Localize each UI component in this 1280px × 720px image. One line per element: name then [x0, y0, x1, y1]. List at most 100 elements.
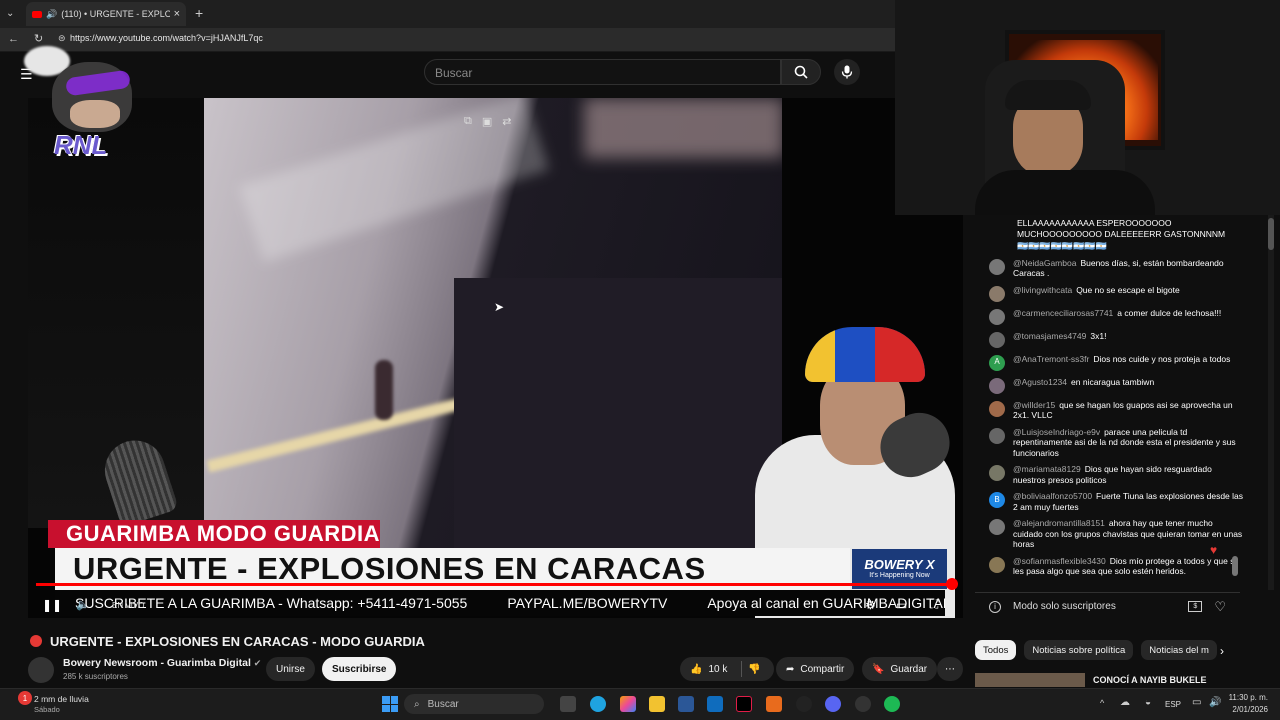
mute-tab-icon[interactable]: 🔊 — [46, 9, 57, 20]
task-view-icon[interactable] — [560, 696, 576, 712]
cloud-icon[interactable]: ☁ — [1120, 697, 1130, 708]
like-icon[interactable]: 👍 — [690, 664, 702, 675]
tiktok-icon[interactable] — [736, 696, 752, 712]
chat-avatar[interactable]: B — [989, 492, 1005, 508]
chat-avatar[interactable] — [989, 427, 1005, 444]
chat-list-thumb[interactable] — [1232, 556, 1238, 576]
settings-gear-icon[interactable]: ⚙ — [865, 598, 876, 612]
chat-message: @LuisjoseIndriago-e9v parace una pelicula… — [975, 424, 1250, 462]
join-button[interactable]: Unirse — [266, 657, 315, 681]
chat-avatar[interactable] — [989, 308, 1005, 325]
subscribe-button[interactable]: Suscribirse — [322, 657, 397, 681]
save-button[interactable]: 🔖 Guardar — [862, 657, 938, 681]
chat-avatar[interactable] — [989, 519, 1005, 535]
new-tab-button[interactable]: + — [195, 5, 203, 21]
chat-username[interactable]: @willder15 — [1013, 400, 1055, 410]
chat-avatar[interactable] — [989, 556, 1005, 573]
discord-icon[interactable] — [825, 696, 841, 712]
chat-username[interactable]: @carmenceciliarosas7741 — [1013, 308, 1113, 318]
chat-username[interactable]: @alejandromantilla8151 — [1013, 518, 1105, 528]
copilot-icon[interactable] — [620, 696, 636, 712]
chat-username[interactable]: @AnaTremont-ss3fr — [1013, 354, 1089, 364]
translate-icon[interactable]: ⇄ — [502, 115, 511, 131]
speaker-icon[interactable]: 🔊 — [1209, 697, 1221, 708]
logo-text: RNL — [54, 130, 108, 160]
fullscreen-icon[interactable]: ⛶ — [930, 597, 938, 612]
voice-search-button[interactable] — [834, 59, 860, 85]
chat-footer: i Modo solo suscriptores $ ♡ — [975, 592, 1240, 620]
chat-avatar[interactable] — [989, 258, 1005, 275]
chat-scroll-thumb[interactable] — [1268, 218, 1274, 250]
chat-username[interactable]: @tomasjames4749 — [1013, 331, 1086, 341]
chat-username[interactable]: @mariamata8129 — [1013, 464, 1081, 474]
chat-avatar[interactable] — [989, 331, 1005, 348]
subscribe-label: Suscribirse — [332, 663, 387, 675]
chat-avatar[interactable] — [989, 465, 1005, 481]
info-icon[interactable]: i — [989, 600, 1001, 613]
clock-time[interactable]: 11:30 p. m. — [1226, 693, 1268, 702]
miniplayer-icon[interactable]: ▣ — [482, 115, 492, 131]
volume-icon[interactable]: 🔈 — [76, 598, 90, 611]
related-title[interactable]: CONOCÍ A NAYIB BUKELE — [1093, 675, 1207, 685]
tray-chevron-icon[interactable]: ^ — [1100, 698, 1104, 708]
progress-scrubber[interactable] — [946, 578, 958, 590]
spotify-icon[interactable] — [884, 696, 900, 712]
chat-avatar[interactable] — [989, 400, 1005, 417]
tab-list-chevron-icon[interactable]: ⌄ — [6, 8, 14, 19]
store-icon[interactable] — [678, 696, 694, 712]
share-button[interactable]: ➦ Compartir — [776, 657, 855, 681]
back-icon[interactable]: ← — [8, 33, 19, 45]
chat-username[interactable]: @sofianmasflexible3430 — [1013, 556, 1106, 566]
monitor-icon[interactable]: ▭ — [1192, 697, 1201, 708]
live-label[interactable]: EN VIVO — [112, 601, 144, 610]
related-thumbnail[interactable] — [975, 673, 1085, 687]
weather-text[interactable]: 2 mm de lluvia — [34, 694, 89, 704]
chip[interactable]: Noticias del m — [1141, 640, 1217, 660]
outlook-icon[interactable] — [707, 696, 723, 712]
donate-icon[interactable]: $ — [1188, 601, 1203, 612]
search-button[interactable] — [781, 59, 821, 85]
like-count[interactable]: 10 k — [708, 664, 727, 675]
more-actions-button[interactable]: ⋯ — [937, 657, 963, 681]
chat-username[interactable]: @livingwithcata — [1013, 285, 1072, 295]
edge-icon[interactable] — [590, 696, 606, 712]
github-icon[interactable] — [796, 696, 812, 712]
chat-avatar[interactable] — [989, 285, 1005, 302]
pause-button[interactable]: ❚❚ — [42, 598, 62, 612]
chat-text: en nicaragua tambiwn — [1071, 376, 1155, 387]
chat-username[interactable]: @NeidaGamboa — [1013, 258, 1076, 268]
chips-next-icon[interactable]: › — [1220, 644, 1224, 658]
channel-name-text[interactable]: Bowery Newsroom - Guarimba Digital — [63, 657, 251, 669]
chat-scrollbar[interactable] — [1268, 215, 1274, 590]
language-indicator[interactable]: ESP — [1165, 700, 1181, 709]
chat-message: @tomasjames4749 3x1! — [975, 328, 1250, 351]
file-explorer-icon[interactable] — [649, 696, 665, 712]
browser-tab[interactable]: 🔊 (110) • URGENTE - EXPLOSIONES × — [26, 2, 186, 26]
clock-date[interactable]: 2/01/2026 — [1226, 705, 1268, 714]
onedrive-icon[interactable]: ◒ — [1145, 697, 1151, 708]
chat-avatar[interactable] — [989, 377, 1005, 394]
search-input[interactable]: Buscar — [424, 59, 781, 85]
related-video[interactable]: CONOCÍ A NAYIB BUKELE — [975, 673, 1240, 687]
channel-avatar[interactable] — [28, 657, 54, 683]
windows-start-icon[interactable] — [382, 696, 398, 712]
dislike-icon[interactable]: 👎 — [748, 664, 760, 675]
chat-username[interactable]: @LuisjoseIndriago-e9v — [1013, 427, 1100, 437]
obs-icon[interactable] — [855, 696, 871, 712]
overlay-controls: ⧉ ▣ ⇄ — [464, 115, 534, 131]
chat-avatar[interactable]: A — [989, 354, 1005, 371]
close-tab-icon[interactable]: × — [174, 8, 180, 20]
channel-name[interactable]: Bowery Newsroom - Guarimba Digital ✔ — [63, 657, 261, 669]
minimize-icon[interactable]: ⧉ — [464, 115, 472, 131]
chat-username[interactable]: @boliviaalfonzo5700 — [1013, 491, 1092, 501]
chat-username[interactable]: @Agusto1234 — [1013, 377, 1067, 387]
streamer-logo: RNL — [20, 40, 140, 165]
chip[interactable]: Noticias sobre política — [1024, 640, 1134, 660]
heart-icon[interactable]: ♡ — [1214, 599, 1226, 615]
chip[interactable]: Todos — [975, 640, 1017, 660]
join-label: Unirse — [276, 663, 305, 675]
chat-message: B @boliviaalfonzo5700 Fuerte Tiuna las exp… — [975, 488, 1250, 515]
taskbar-search[interactable]: ⌕ Buscar — [404, 694, 544, 714]
vlc-icon[interactable] — [766, 696, 782, 712]
theater-icon[interactable]: ▭ — [896, 598, 907, 612]
